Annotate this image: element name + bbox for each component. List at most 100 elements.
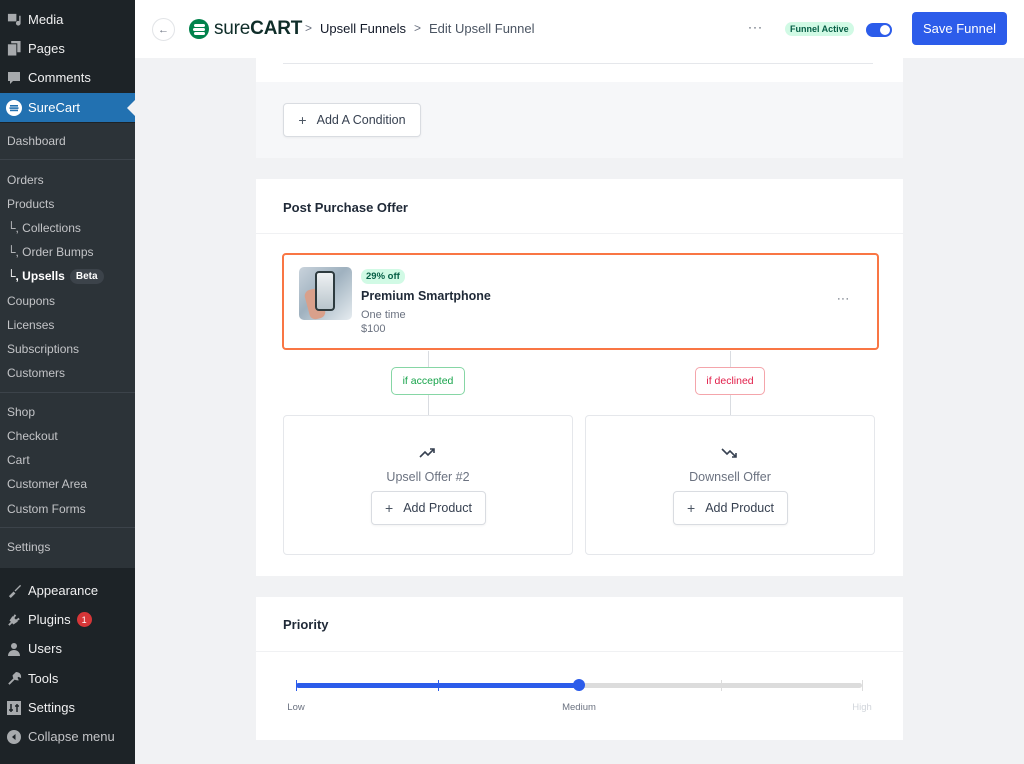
save-funnel-button[interactable]: Save Funnel xyxy=(912,12,1007,45)
submenu-customers[interactable]: Customers xyxy=(7,363,65,383)
submenu-label: Coupons xyxy=(7,294,56,308)
beta-badge: Beta xyxy=(69,268,104,284)
submenu-checkout[interactable]: Checkout xyxy=(7,426,58,446)
sidebar-item-settings[interactable]: Settings xyxy=(0,693,135,722)
submenu-label: Order Bumps xyxy=(22,245,94,259)
product-price: $100 xyxy=(361,323,386,335)
add-condition-button[interactable]: + Add A Condition xyxy=(283,103,421,137)
submenu-dashboard[interactable]: Dashboard xyxy=(7,131,66,151)
connector-line xyxy=(730,395,731,415)
appearance-icon xyxy=(6,583,22,599)
sidebar-item-comments[interactable]: Comments xyxy=(0,63,135,92)
collapse-menu-button[interactable]: Collapse menu xyxy=(0,722,135,751)
slider-tick xyxy=(862,680,863,691)
slider-tick xyxy=(296,680,297,691)
surecart-icon xyxy=(6,99,22,116)
plus-icon: + xyxy=(298,112,307,128)
back-button[interactable]: ← xyxy=(152,18,175,41)
add-upsell-product-button[interactable]: + Add Product xyxy=(371,491,486,525)
priority-label-low: Low xyxy=(287,702,305,713)
submenu-label: Upsells xyxy=(22,269,65,283)
submenu-shop[interactable]: Shop xyxy=(7,402,35,422)
submenu-collections[interactable]: └, Collections xyxy=(7,218,81,238)
submenu-divider xyxy=(0,527,135,528)
product-name: Premium Smartphone xyxy=(361,289,491,303)
submenu-label: Settings xyxy=(7,540,51,554)
add-product-label: Add Product xyxy=(705,501,774,515)
page-header: ← sureCART > Upsell Funnels > Edit Upsel… xyxy=(135,0,1024,58)
sidebar-item-tools[interactable]: Tools xyxy=(0,664,135,693)
logo-text-bold: CART xyxy=(250,18,303,39)
submenu-settings[interactable]: Settings xyxy=(7,537,50,557)
add-product-label: Add Product xyxy=(403,501,472,515)
connector-line xyxy=(428,351,429,367)
submenu-label: Customer Area xyxy=(7,477,88,491)
product-image xyxy=(299,267,352,320)
sidebar-item-appearance[interactable]: Appearance xyxy=(0,576,135,605)
submenu-cart[interactable]: Cart xyxy=(7,450,30,470)
conditions-top xyxy=(256,58,903,82)
slider-handle[interactable] xyxy=(573,679,585,691)
sidebar-item-plugins[interactable]: Plugins 1 xyxy=(0,605,135,634)
add-downsell-product-button[interactable]: + Add Product xyxy=(673,491,788,525)
submenu-orders[interactable]: Orders xyxy=(7,170,44,190)
connector-line xyxy=(730,351,731,367)
surecart-logo[interactable]: sureCART xyxy=(189,18,302,40)
sidebar-item-pages[interactable]: Pages xyxy=(0,34,135,63)
downsell-offer-label: Downsell Offer xyxy=(689,470,771,484)
trending-down-icon xyxy=(586,446,874,464)
submenu-label: Dashboard xyxy=(7,134,66,148)
submenu-coupons[interactable]: Coupons xyxy=(7,291,55,311)
submenu-order-bumps[interactable]: └, Order Bumps xyxy=(7,242,94,262)
connector-line xyxy=(428,395,429,415)
tools-icon xyxy=(6,671,22,687)
submenu-label: Licenses xyxy=(7,318,55,332)
collapse-icon xyxy=(6,729,22,745)
submenu-label: Products xyxy=(7,197,55,211)
settings-icon xyxy=(6,700,22,716)
downsell-offer-slot: Downsell Offer + Add Product xyxy=(585,415,875,555)
sidebar-item-surecart[interactable]: SureCart xyxy=(0,93,135,122)
priority-label-medium: Medium xyxy=(562,702,596,713)
sidebar-item-media[interactable]: Media xyxy=(0,5,135,34)
submenu-upsells[interactable]: └, Upsells Beta xyxy=(7,266,104,286)
logo-text-light: sure xyxy=(214,18,251,39)
users-icon xyxy=(6,641,22,657)
priority-slider[interactable] xyxy=(296,679,863,691)
slider-tick xyxy=(437,680,439,691)
submenu-custom-forms[interactable]: Custom Forms xyxy=(7,499,86,519)
submenu-label: Subscriptions xyxy=(7,342,80,356)
submenu-subscriptions[interactable]: Subscriptions xyxy=(7,339,79,359)
breadcrumb-upsell-funnels[interactable]: Upsell Funnels xyxy=(320,21,406,36)
sidebar-item-label: Media xyxy=(28,12,64,27)
sidebar-item-label: Comments xyxy=(28,70,91,85)
if-declined-label: if declined xyxy=(695,367,765,395)
slider-tick xyxy=(720,680,722,691)
status-badge: Funnel Active xyxy=(785,22,854,36)
divider xyxy=(256,651,903,652)
sidebar-item-label: Settings xyxy=(28,700,75,715)
product-more-options-button[interactable]: ··· xyxy=(837,293,850,305)
submenu-licenses[interactable]: Licenses xyxy=(7,315,54,335)
surecart-logo-icon xyxy=(189,19,209,39)
section-title: Post Purchase Offer xyxy=(283,200,408,215)
divider xyxy=(283,63,873,64)
submenu-label: Collections xyxy=(22,221,81,235)
priority-label-high: High xyxy=(852,702,872,713)
plugins-icon xyxy=(6,612,22,628)
section-title: Priority xyxy=(283,617,329,632)
submenu-customer-area[interactable]: Customer Area xyxy=(7,474,87,494)
submenu-label: Customers xyxy=(7,366,66,380)
conditions-section: + Add A Condition xyxy=(256,58,903,158)
plus-icon: + xyxy=(385,500,394,516)
submenu-products[interactable]: Products xyxy=(7,194,54,214)
sidebar-item-users[interactable]: Users xyxy=(0,634,135,663)
more-options-button[interactable]: ··· xyxy=(748,20,763,34)
logo-text: sureCART xyxy=(214,18,302,40)
child-arrow-icon: └, xyxy=(7,221,23,235)
offer-product-card[interactable]: 29% off Premium Smartphone One time $100… xyxy=(282,253,879,350)
submenu-divider xyxy=(0,392,135,393)
funnel-active-toggle[interactable] xyxy=(866,23,892,37)
sidebar-item-label: Users xyxy=(28,641,62,656)
discount-badge: 29% off xyxy=(361,269,405,284)
